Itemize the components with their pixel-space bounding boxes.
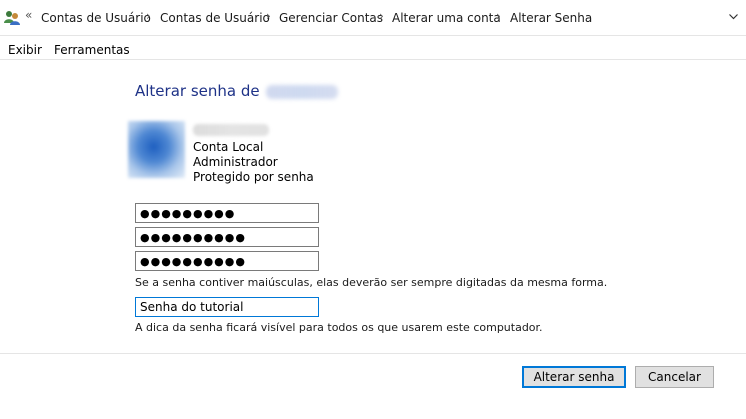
breadcrumb-separator-icon[interactable]: › <box>146 9 151 23</box>
breadcrumb-item[interactable]: Contas de Usuário <box>41 11 151 25</box>
breadcrumb-item[interactable]: Alterar uma conta <box>392 11 501 25</box>
menu-bar: Exibir Ferramentas <box>0 36 746 60</box>
divider <box>0 353 746 354</box>
change-password-button[interactable]: Alterar senha <box>522 366 626 388</box>
password-hint-field[interactable] <box>135 297 319 317</box>
menu-ferramentas[interactable]: Ferramentas <box>54 43 130 57</box>
page-title-text: Alterar senha de <box>135 82 260 100</box>
menu-exibir[interactable]: Exibir <box>8 43 42 57</box>
page-title: Alterar senha de <box>135 82 338 100</box>
account-status: Protegido por senha <box>193 170 314 184</box>
confirm-password-field[interactable] <box>135 251 319 271</box>
case-sensitivity-note: Se a senha contiver maiúsculas, elas dev… <box>135 276 608 289</box>
redacted-username <box>265 84 338 99</box>
breadcrumb-separator-icon[interactable]: › <box>496 9 501 23</box>
address-bar: « Contas de Usuário › Contas de Usuário … <box>0 0 746 36</box>
redacted-account-name <box>193 124 269 136</box>
breadcrumb-item[interactable]: Gerenciar Contas <box>279 11 383 25</box>
current-password-field[interactable] <box>135 203 319 223</box>
account-type: Conta Local <box>193 140 264 154</box>
new-password-field[interactable] <box>135 227 319 247</box>
cancel-button[interactable]: Cancelar <box>635 366 714 388</box>
breadcrumb-separator-icon[interactable]: › <box>266 9 271 23</box>
breadcrumb-item-current[interactable]: Alterar Senha <box>510 11 592 25</box>
account-role: Administrador <box>193 155 278 169</box>
overflow-chevron-icon[interactable]: « <box>25 8 32 22</box>
avatar <box>128 121 185 178</box>
chevron-down-icon[interactable] <box>729 14 738 20</box>
breadcrumb-item[interactable]: Contas de Usuário <box>160 11 270 25</box>
user-accounts-icon[interactable] <box>3 9 21 27</box>
hint-visibility-note: A dica da senha ficará visível para todo… <box>135 321 543 334</box>
breadcrumb-separator-icon[interactable]: › <box>379 9 384 23</box>
